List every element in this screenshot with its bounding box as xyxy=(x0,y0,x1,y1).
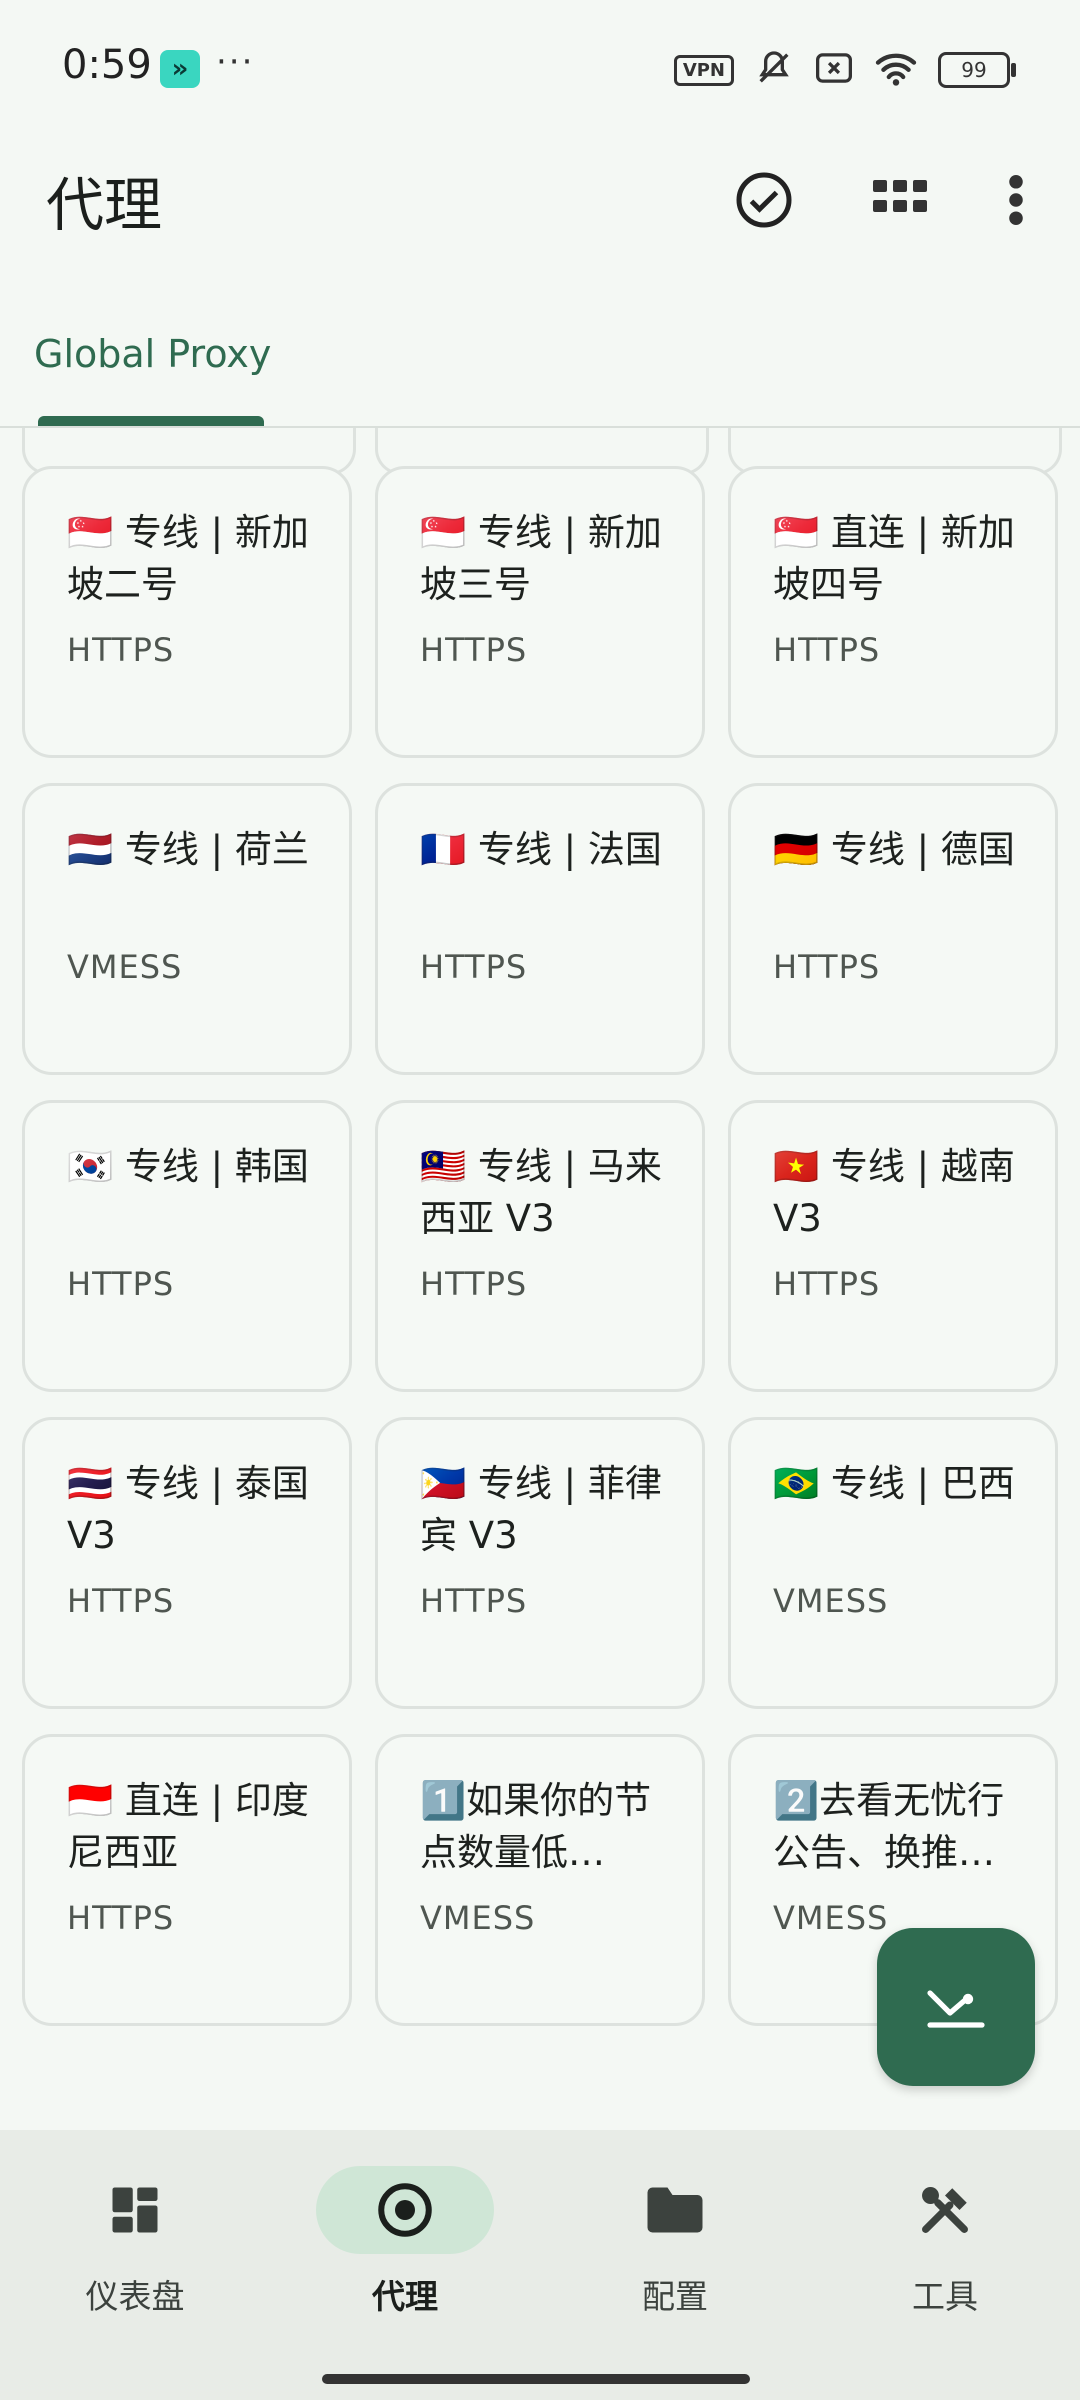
proxy-type: HTTPS xyxy=(67,1899,175,1937)
proxy-card[interactable]: 🇧🇷 专线 | 巴西 VMESS xyxy=(728,1417,1058,1709)
proxy-type: HTTPS xyxy=(773,948,881,986)
proxy-card[interactable]: 🇸🇬 专线 | 新加坡三号 HTTPS xyxy=(375,466,705,758)
locate-target-icon xyxy=(927,1990,985,2028)
proxy-card[interactable]: 🇲🇾 专线 | 马来西亚 V3 HTTPS xyxy=(375,1100,705,1392)
proxy-type: HTTPS xyxy=(420,1265,528,1303)
nav-tools[interactable]: 工具 xyxy=(850,2166,1040,2318)
proxy-type: HTTPS xyxy=(67,1582,175,1620)
vpn-icon: VPN xyxy=(673,54,734,86)
grid-view-icon[interactable] xyxy=(864,164,936,236)
nav-config[interactable]: 配置 xyxy=(580,2166,770,2318)
wifi-icon xyxy=(874,50,918,90)
proxy-card[interactable]: 🇹🇭 专线 | 泰国 V3 HTTPS xyxy=(22,1417,352,1709)
proxy-name: 🇧🇷 专线 | 巴西 xyxy=(773,1462,1015,1505)
battery-icon: 99 xyxy=(938,52,1016,88)
page-title: 代理 xyxy=(46,171,163,239)
proxy-card[interactable]: 🇰🇷 专线 | 韩国 HTTPS xyxy=(22,1100,352,1392)
proxy-type: VMESS xyxy=(420,1899,536,1937)
proxy-card[interactable]: 🇮🇩 直连 | 印度尼西亚 HTTPS xyxy=(22,1734,352,2026)
nav-label: 代理 xyxy=(372,2277,438,2316)
nav-dashboard[interactable]: 仪表盘 xyxy=(40,2166,230,2318)
more-notifications-icon: ··· xyxy=(216,42,255,82)
proxy-card[interactable]: 🇫🇷 专线 | 法国 HTTPS xyxy=(375,783,705,1075)
proxy-name: 🇮🇩 直连 | 印度尼西亚 xyxy=(67,1779,309,1874)
proxy-name: 🇸🇬 专线 | 新加坡二号 xyxy=(67,511,309,606)
proxy-card[interactable]: 🇸🇬 专线 | 新加坡二号 HTTPS xyxy=(22,466,352,758)
tab-global-proxy[interactable]: Global Proxy xyxy=(34,332,271,376)
bottom-navigation: 仪表盘 代理 配置 工具 xyxy=(0,2130,1080,2400)
locate-proxy-button[interactable] xyxy=(877,1928,1035,2086)
app-notification-icon: » xyxy=(160,50,200,88)
proxy-type: HTTPS xyxy=(67,1265,175,1303)
proxy-name: 🇸🇬 专线 | 新加坡三号 xyxy=(420,511,662,606)
proxy-card[interactable]: 🇵🇭 专线 | 菲律宾 V3 HTTPS xyxy=(375,1417,705,1709)
proxy-name: 🇩🇪 专线 | 德国 xyxy=(773,828,1015,871)
proxy-name: 🇹🇭 专线 | 泰国 V3 xyxy=(67,1462,309,1557)
proxy-type: HTTPS xyxy=(773,1265,881,1303)
proxy-name: 🇰🇷 专线 | 韩国 xyxy=(67,1145,309,1188)
dashboard-icon xyxy=(46,2166,224,2254)
nav-label: 配置 xyxy=(642,2277,708,2316)
proxy-card[interactable]: 🇻🇳 专线 | 越南 V3 HTTPS xyxy=(728,1100,1058,1392)
nav-proxy[interactable]: 代理 xyxy=(310,2166,500,2318)
proxy-card[interactable]: 🇸🇬 直连 | 新加坡四号 HTTPS xyxy=(728,466,1058,758)
proxy-type: VMESS xyxy=(773,1582,889,1620)
app-bar: 代理 xyxy=(0,140,1080,260)
proxy-name: 2️⃣去看无忧行公告、换推… xyxy=(773,1779,1005,1874)
nav-label: 工具 xyxy=(912,2277,978,2316)
proxy-type: VMESS xyxy=(67,948,183,986)
proxy-name: 🇸🇬 直连 | 新加坡四号 xyxy=(773,511,1015,606)
proxy-card[interactable]: 🇳🇱 专线 | 荷兰 VMESS xyxy=(22,783,352,1075)
proxy-type: HTTPS xyxy=(420,948,528,986)
proxy-type: HTTPS xyxy=(420,1582,528,1620)
proxy-name: 1️⃣如果你的节点数量低… xyxy=(420,1779,652,1874)
no-sim-icon xyxy=(814,50,854,90)
proxy-card[interactable]: 1️⃣如果你的节点数量低… VMESS xyxy=(375,1734,705,2026)
tab-indicator xyxy=(38,416,264,426)
proxy-name: 🇫🇷 专线 | 法国 xyxy=(420,828,662,871)
tools-icon xyxy=(856,2166,1034,2254)
check-circle-icon[interactable] xyxy=(728,164,800,236)
status-time: 0:59 xyxy=(62,42,152,88)
proxy-type: HTTPS xyxy=(67,631,175,669)
status-icons: VPN 99 xyxy=(673,48,1016,92)
proxy-grid: 🇸🇬 专线 | 新加坡二号 HTTPS 🇸🇬 专线 | 新加坡三号 HTTPS 🇸🇬… xyxy=(22,466,1058,2026)
proxy-type: HTTPS xyxy=(420,631,528,669)
home-indicator[interactable] xyxy=(322,2374,750,2384)
proxy-grid-scroll[interactable]: 🇸🇬 专线 | 新加坡二号 HTTPS 🇸🇬 专线 | 新加坡三号 HTTPS 🇸🇬… xyxy=(0,428,1080,2128)
nav-label: 仪表盘 xyxy=(85,2277,185,2316)
more-vert-icon[interactable] xyxy=(980,164,1052,236)
group-tabs: Global Proxy xyxy=(0,300,1080,428)
proxy-card[interactable]: 🇩🇪 专线 | 德国 HTTPS xyxy=(728,783,1058,1075)
proxy-type: HTTPS xyxy=(773,631,881,669)
proxy-name: 🇲🇾 专线 | 马来西亚 V3 xyxy=(420,1145,662,1240)
radio-target-icon xyxy=(316,2166,494,2254)
proxy-name: 🇵🇭 专线 | 菲律宾 V3 xyxy=(420,1462,662,1557)
proxy-name: 🇻🇳 专线 | 越南 V3 xyxy=(773,1145,1015,1240)
folder-icon xyxy=(586,2166,764,2254)
status-bar: 0:59 » ··· VPN 99 xyxy=(0,0,1080,135)
proxy-name: 🇳🇱 专线 | 荷兰 xyxy=(67,828,309,871)
mute-icon xyxy=(754,48,794,92)
